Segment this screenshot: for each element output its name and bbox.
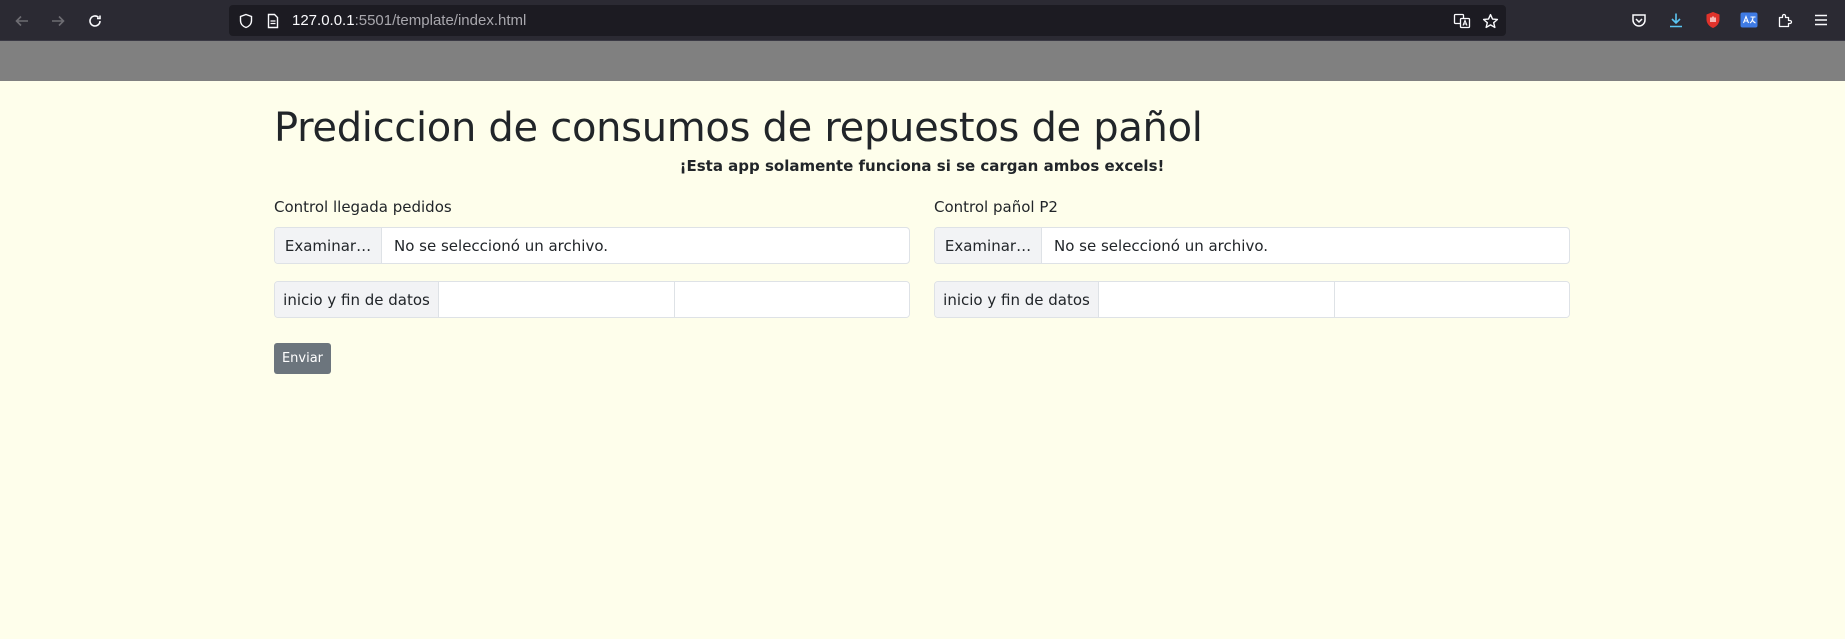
right-file-status: No se seleccionó un archivo.	[1054, 236, 1268, 255]
back-icon[interactable]	[9, 8, 35, 34]
left-upload-column: Control llegada pedidos Examinar… No se …	[274, 195, 910, 318]
right-browse-button[interactable]: Examinar…	[935, 228, 1042, 263]
left-range-start-input[interactable]	[439, 282, 675, 317]
shield-icon[interactable]	[237, 12, 255, 30]
browser-toolbar: 127.0.0.1:5501/template/index.html	[0, 0, 1845, 41]
page-header-bar	[0, 41, 1845, 81]
menu-icon[interactable]	[1810, 9, 1832, 31]
right-range-end-input[interactable]	[1334, 282, 1569, 317]
translate-icon[interactable]	[1453, 12, 1471, 30]
star-icon[interactable]	[1481, 12, 1499, 30]
right-field-label: Control pañol P2	[934, 198, 1058, 216]
left-browse-button[interactable]: Examinar…	[275, 228, 382, 263]
page-title: Prediccion de consumos de repuestos de p…	[274, 105, 1203, 151]
left-range-label: inicio y fin de datos	[275, 282, 439, 317]
right-range-label: inicio y fin de datos	[935, 282, 1099, 317]
url-path: :5501/template/index.html	[354, 12, 527, 29]
right-range-start-input[interactable]	[1099, 282, 1335, 317]
url-host: 127.0.0.1	[292, 12, 355, 29]
submit-button[interactable]: Enviar	[274, 343, 331, 374]
page-icon[interactable]	[264, 12, 282, 30]
reload-icon[interactable]	[82, 8, 108, 34]
left-range-end-input[interactable]	[674, 282, 909, 317]
pocket-icon[interactable]	[1628, 9, 1650, 31]
forward-icon[interactable]	[45, 8, 71, 34]
translate-extension-icon[interactable]	[1738, 9, 1760, 31]
right-file-input[interactable]: Examinar… No se seleccionó un archivo.	[934, 227, 1570, 264]
left-field-label: Control llegada pedidos	[274, 198, 452, 216]
right-range-group: inicio y fin de datos	[934, 281, 1570, 318]
left-range-group: inicio y fin de datos	[274, 281, 910, 318]
left-file-status: No se seleccionó un archivo.	[394, 236, 608, 255]
download-icon[interactable]	[1665, 9, 1687, 31]
ublock-icon[interactable]	[1702, 9, 1724, 31]
left-file-input[interactable]: Examinar… No se seleccionó un archivo.	[274, 227, 910, 264]
right-upload-column: Control pañol P2 Examinar… No se selecci…	[934, 195, 1570, 318]
url-bar[interactable]: 127.0.0.1:5501/template/index.html	[229, 5, 1506, 36]
warning-message: ¡Esta app solamente funciona si se carga…	[679, 157, 1165, 175]
puzzle-icon[interactable]	[1774, 9, 1796, 31]
url-text[interactable]: 127.0.0.1:5501/template/index.html	[292, 12, 526, 29]
